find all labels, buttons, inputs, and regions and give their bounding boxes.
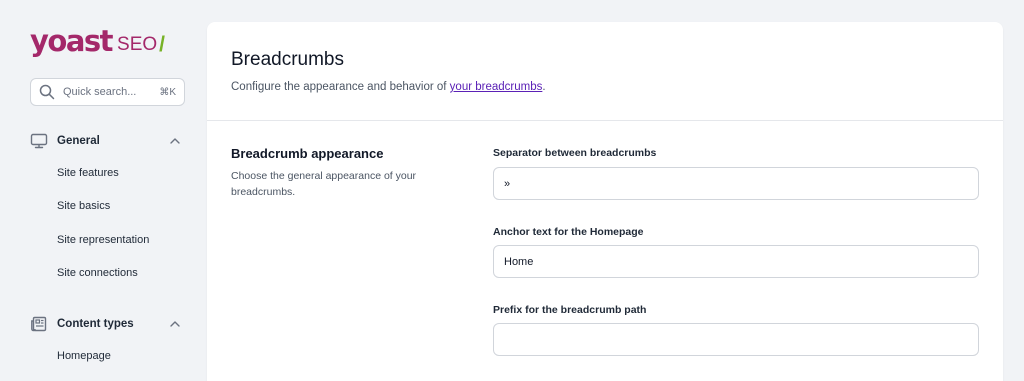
chevron-up-icon bbox=[170, 138, 180, 144]
page-description: Configure the appearance and behavior of… bbox=[231, 81, 546, 93]
search-shortcut: ⌘K bbox=[159, 86, 176, 98]
nav-group-content-types-toggle[interactable]: Content types bbox=[30, 314, 185, 334]
quick-search-button[interactable]: Quick search... ⌘K bbox=[30, 78, 185, 106]
nav-group-general-toggle[interactable]: General bbox=[30, 131, 185, 151]
desktop-icon bbox=[30, 133, 48, 149]
sidebar-item-homepage[interactable]: Homepage bbox=[57, 350, 111, 362]
logo-product: SEO bbox=[117, 34, 158, 55]
section-description: Choose the general appearance of your br… bbox=[231, 170, 417, 198]
sidebar-item-site-connections[interactable]: Site connections bbox=[57, 267, 138, 279]
page-description-text: Configure the appearance and behavior of bbox=[231, 81, 450, 93]
page-title: Breadcrumbs bbox=[231, 49, 344, 70]
nav-group-content-types-title: Content types bbox=[57, 318, 134, 330]
search-placeholder: Quick search... bbox=[63, 86, 137, 98]
homepage-anchor-label: Anchor text for the Homepage bbox=[493, 226, 644, 238]
chevron-up-icon bbox=[170, 321, 180, 327]
search-icon bbox=[39, 84, 55, 100]
sidebar: yoast SEO / Quick search... ⌘K General S… bbox=[0, 0, 200, 381]
breadcrumb-prefix-input[interactable] bbox=[493, 323, 979, 356]
logo-wordmark: yoast bbox=[30, 24, 114, 58]
sidebar-item-site-representation[interactable]: Site representation bbox=[57, 234, 149, 246]
separator-input[interactable] bbox=[493, 167, 979, 200]
newspaper-icon bbox=[31, 316, 47, 332]
settings-card: Breadcrumbs Configure the appearance and… bbox=[207, 22, 1003, 381]
breadcrumbs-help-link[interactable]: your breadcrumbs bbox=[450, 81, 543, 93]
nav-group-general: General Site features Site basics Site r… bbox=[30, 131, 185, 279]
nav-group-content-types: Content types Homepage bbox=[30, 314, 185, 362]
homepage-anchor-input[interactable] bbox=[493, 245, 979, 278]
logo-slash: / bbox=[159, 33, 165, 56]
sidebar-item-site-features[interactable]: Site features bbox=[57, 167, 119, 179]
breadcrumb-prefix-label: Prefix for the breadcrumb path bbox=[493, 304, 647, 316]
section-title: Breadcrumb appearance bbox=[231, 146, 384, 161]
yoast-seo-logo[interactable]: yoast SEO / bbox=[30, 20, 165, 56]
nav-group-general-title: General bbox=[57, 135, 100, 147]
separator-label: Separator between breadcrumbs bbox=[493, 147, 657, 159]
divider bbox=[207, 120, 1003, 121]
sidebar-item-site-basics[interactable]: Site basics bbox=[57, 200, 110, 212]
page-description-suffix: . bbox=[542, 81, 546, 93]
